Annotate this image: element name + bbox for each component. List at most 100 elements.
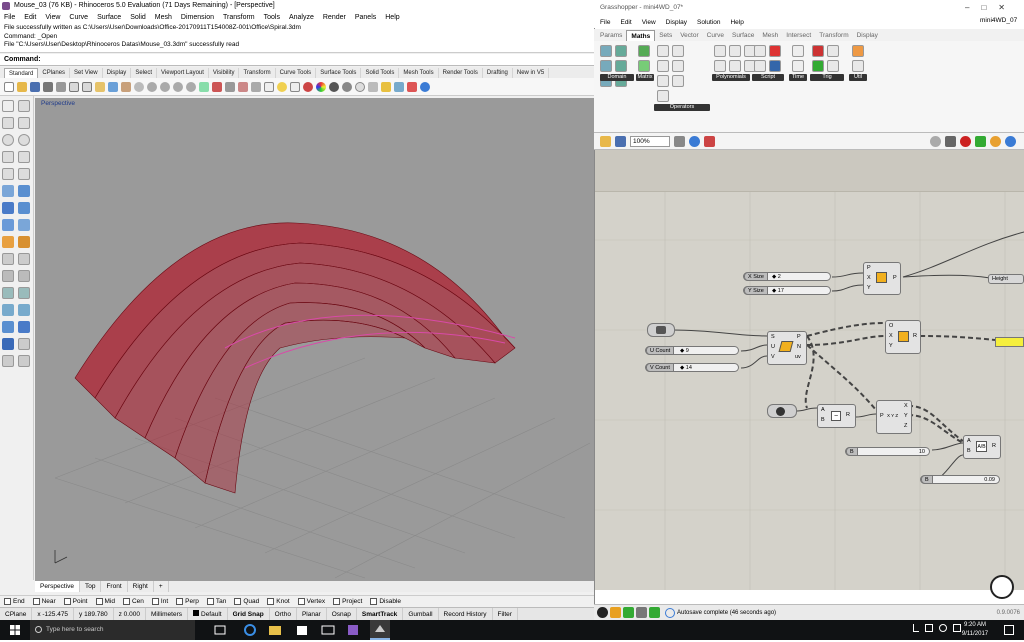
tab-visibility[interactable]: Visibility (209, 67, 240, 78)
tab-surface[interactable]: Surface (728, 30, 758, 41)
light-bulb-icon[interactable] (277, 81, 287, 92)
port-out-p[interactable]: P (893, 275, 897, 281)
tab-surface-tools[interactable]: Surface Tools (316, 67, 362, 78)
osnap-end[interactable]: End (4, 598, 25, 605)
ucount-slider[interactable]: U Count ◆ 9 (645, 346, 739, 355)
port-b[interactable]: B (821, 417, 825, 423)
domain-icon[interactable] (615, 60, 627, 72)
port-out-r[interactable]: R (992, 443, 996, 449)
wireframe-icon[interactable] (945, 135, 956, 147)
port-a[interactable]: A (821, 407, 825, 413)
new-file-icon[interactable] (4, 81, 14, 92)
menu-transform[interactable]: Transform (223, 14, 255, 21)
tab-right[interactable]: Right (128, 581, 154, 592)
copy-object-icon[interactable] (18, 287, 30, 299)
gh-menu-edit[interactable]: Edit (620, 19, 631, 26)
trig-icon[interactable] (812, 60, 824, 72)
menu-tools[interactable]: Tools (264, 14, 280, 21)
component-status-icon[interactable] (623, 607, 634, 618)
division-icon[interactable] (672, 75, 684, 87)
layer-icon[interactable] (264, 81, 274, 92)
point-icon[interactable] (18, 100, 30, 112)
ghosted-sphere-icon[interactable] (355, 81, 365, 92)
osnap-button[interactable]: Osnap (327, 607, 357, 621)
visual-studio-icon[interactable] (343, 620, 363, 640)
fillet-icon[interactable] (2, 236, 14, 248)
tab-curve[interactable]: Curve (703, 30, 728, 41)
extrude-icon[interactable] (18, 185, 30, 197)
zoom-window-icon[interactable] (160, 81, 170, 92)
cut-icon[interactable] (69, 81, 79, 92)
ysize-slider[interactable]: Y Size ◆ 17 (743, 286, 831, 295)
preview-eye-icon[interactable] (689, 135, 700, 147)
polyline-icon[interactable] (2, 117, 14, 129)
shaded-sphere-icon[interactable] (329, 81, 339, 92)
gate-icon[interactable] (672, 60, 684, 72)
properties-icon[interactable] (290, 81, 300, 92)
close-icon[interactable]: ✕ (998, 3, 1005, 12)
gh-menu-view[interactable]: View (642, 19, 656, 26)
render-sphere-icon[interactable] (342, 81, 352, 92)
minimize-icon[interactable]: – (965, 3, 969, 12)
port-y[interactable]: Y (889, 343, 893, 349)
osnap-vertex[interactable]: Vertex (297, 598, 325, 605)
viewport-label[interactable]: Perspective (38, 99, 78, 108)
tools-icon[interactable] (381, 81, 391, 92)
select-icon[interactable] (238, 81, 248, 92)
csharp-icon[interactable] (769, 45, 781, 57)
division-component[interactable]: A B A/B R (963, 435, 1001, 459)
gate-icon[interactable] (657, 60, 669, 72)
osnap-disable[interactable]: Disable (370, 598, 401, 605)
tab-select[interactable]: Select (131, 67, 157, 78)
util-icon[interactable] (852, 60, 864, 72)
polygon-icon[interactable] (2, 168, 14, 180)
operators-group-label[interactable]: Operators (654, 104, 710, 111)
port-o[interactable]: O (889, 323, 893, 329)
script-group-label[interactable]: Script (752, 74, 784, 81)
greater-than-icon[interactable] (672, 45, 684, 57)
menu-analyze[interactable]: Analyze (289, 14, 314, 21)
ortho-button[interactable]: Ortho (270, 607, 297, 621)
cplane-icon[interactable] (251, 81, 261, 92)
util-icon[interactable] (852, 45, 864, 57)
addition-icon[interactable] (657, 45, 669, 57)
number-param[interactable] (767, 404, 797, 418)
dimension-icon[interactable] (18, 338, 30, 350)
rectangle-component[interactable]: P X Y P (863, 262, 901, 295)
material-icon[interactable] (303, 81, 313, 92)
loft-icon[interactable] (18, 219, 30, 231)
rectangle-icon[interactable] (18, 151, 30, 163)
grid-snap-button[interactable]: Grid Snap (228, 607, 270, 621)
matrix-icon[interactable] (638, 60, 650, 72)
gh-menu-help[interactable]: Help (730, 19, 743, 26)
port-p[interactable]: P (867, 265, 871, 271)
output-panel[interactable] (995, 337, 1024, 347)
trig-icon[interactable] (812, 45, 824, 57)
save-icon[interactable] (30, 81, 40, 92)
port-v[interactable]: V (771, 354, 775, 360)
polynomial-icon[interactable] (714, 60, 726, 72)
curve-icon[interactable] (18, 117, 30, 129)
expression-icon[interactable] (754, 45, 766, 57)
maximize-icon[interactable]: □ (981, 3, 986, 12)
add-viewport-icon[interactable]: + (154, 581, 169, 592)
zoom-extents-icon[interactable] (173, 81, 183, 92)
save-icon[interactable] (615, 135, 626, 147)
port-s[interactable]: S (771, 334, 775, 340)
surface-icon[interactable] (2, 185, 14, 197)
tab-mesh-tools[interactable]: Mesh Tools (399, 67, 439, 78)
menu-curve[interactable]: Curve (69, 14, 88, 21)
height-param[interactable]: Height (988, 274, 1024, 284)
print-icon[interactable] (43, 81, 53, 92)
port-out-uv[interactable]: uv (795, 354, 801, 360)
osnap-cen[interactable]: Cen (122, 598, 144, 605)
notification-icon[interactable] (1004, 625, 1014, 635)
mail-icon[interactable] (318, 620, 338, 640)
cancel-icon[interactable] (597, 607, 608, 618)
menu-solid[interactable]: Solid (130, 14, 146, 21)
sphere-icon[interactable] (18, 202, 30, 214)
import-icon[interactable] (56, 81, 66, 92)
surface-param[interactable] (647, 323, 675, 337)
polynomials-group-label[interactable]: Polynomials (712, 74, 750, 81)
trig-icon[interactable] (827, 60, 839, 72)
